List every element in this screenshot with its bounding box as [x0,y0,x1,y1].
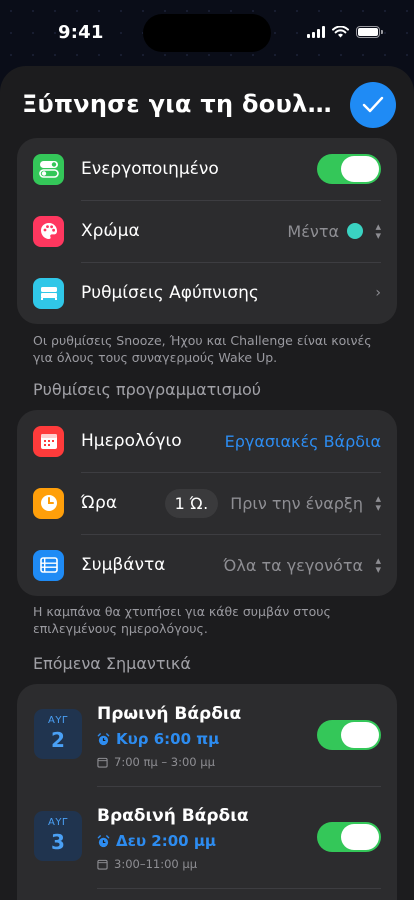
enabled-toggle[interactable] [317,154,381,184]
color-row[interactable]: Χρώμα Μέντα ▴ ▾ [17,200,397,262]
events-value[interactable]: Όλα τα γεγονότα [223,556,363,575]
done-button[interactable] [350,82,396,128]
dynamic-island [143,14,271,52]
event-alarm-time: Κυρ 6:00 πμ [116,730,220,748]
main-settings-card: Ενεργοποιημένο Χρώμα Μέντα ▴ ▾ Ρυθμίσεις … [17,138,397,324]
alarm-clock-icon [97,834,110,847]
wake-settings-row[interactable]: Ρυθμίσεις Αφύπνισης › [17,262,397,324]
upcoming-card: ΑΥΓ 2 Πρωινή Βάρδια Κυρ 6:00 πμ 7:00 πμ … [17,684,397,900]
time-offset-stepper[interactable]: 1 Ώ. [164,488,219,518]
calendar-value[interactable]: Εργασιακές Βάρδια [225,432,381,451]
palette-icon [33,215,64,247]
event-alarm-time: Δευ 2:00 μμ [116,832,216,850]
chevron-updown-icon: ▴ ▾ [375,220,381,242]
chevron-right-icon: › [375,285,381,301]
event-day: 2 [51,728,65,752]
calendar-icon [33,425,64,457]
event-month: ΑΥΓ [47,817,69,828]
enabled-label: Ενεργοποιημένο [81,159,219,179]
time-row[interactable]: Ώρα 1 Ώ. Πριν την έναρξη ▴ ▾ [17,472,397,534]
alarm-clock-icon [97,732,110,745]
alarm-sheet: Ξύπνησε για τη δουλειά Ενεργοποιημένο Χρ… [0,66,414,900]
time-value: 1 Ώ. Πριν την έναρξη [164,488,363,518]
color-value-text: Μέντα [287,221,339,241]
bed-icon [33,277,64,309]
schedule-note: Η καμπάνα θα χτυπήσει για κάθε συμβάν στ… [33,604,331,636]
toggle-icon [33,153,64,185]
page-title: Ξύπνησε για τη δουλειά [22,90,340,118]
time-value-text[interactable]: Πριν την έναρξη [230,494,363,513]
chevron-updown-icon: ▴ ▾ [375,492,381,514]
event-time-range: 3:00–11:00 μμ [114,857,198,871]
color-label: Χρώμα [81,221,140,241]
event-date-badge: ΑΥΓ 3 [34,811,82,861]
list-item [17,888,397,900]
schedule-section-header: Ρυθμίσεις προγραμματισμού [33,380,262,399]
schedule-card: Ημερολόγιο Εργασιακές Βάρδια Ώρα 1 Ώ. Πρ… [17,410,397,596]
wifi-icon [332,26,349,38]
upcoming-section-header: Επόμενα Σημαντικά [33,654,191,673]
list-item[interactable]: ΑΥΓ 3 Βραδινή Βάρδια Δευ 2:00 μμ 3:00–11… [17,786,397,888]
event-title: Πρωινή Βάρδια [97,704,242,724]
cellular-signal-icon [307,26,325,38]
calendar-small-icon [97,757,108,768]
battery-icon [356,26,383,38]
events-label: Συμβάντα [81,555,166,575]
wake-settings-label: Ρυθμίσεις Αφύπνισης [81,283,259,303]
clock-icon [33,487,64,519]
calendar-row[interactable]: Ημερολόγιο Εργασιακές Βάρδια [17,410,397,472]
status-bar: 9:41 [0,0,414,62]
event-day: 3 [51,830,65,854]
status-time: 9:41 [58,22,104,43]
main-settings-note: Οι ρυθμίσεις Snooze, Ήχου και Challenge … [33,333,372,365]
event-alarm-toggle[interactable] [317,822,381,852]
event-month: ΑΥΓ [47,715,69,726]
event-alarm-toggle[interactable] [317,720,381,750]
calendar-label: Ημερολόγιο [81,431,182,451]
chevron-updown-icon: ▴ ▾ [375,554,381,576]
event-date-badge: ΑΥΓ 2 [34,709,82,759]
color-value: Μέντα [287,222,363,241]
event-range: 3:00–11:00 μμ [97,857,197,871]
event-time-range: 7:00 πμ – 3:00 μμ [114,755,215,769]
list-icon [33,549,64,581]
enabled-row[interactable]: Ενεργοποιημένο [17,138,397,200]
event-title: Βραδινή Βάρδια [97,806,249,826]
list-item[interactable]: ΑΥΓ 2 Πρωινή Βάρδια Κυρ 6:00 πμ 7:00 πμ … [17,684,397,786]
calendar-small-icon [97,859,108,870]
status-icons [307,26,383,38]
event-alarm: Δευ 2:00 μμ [97,832,216,850]
color-swatch [347,223,363,239]
event-alarm: Κυρ 6:00 πμ [97,730,219,748]
time-label: Ώρα [81,493,118,513]
checkmark-icon [362,96,384,113]
events-row[interactable]: Συμβάντα Όλα τα γεγονότα ▴ ▾ [17,534,397,596]
event-range: 7:00 πμ – 3:00 μμ [97,755,215,769]
